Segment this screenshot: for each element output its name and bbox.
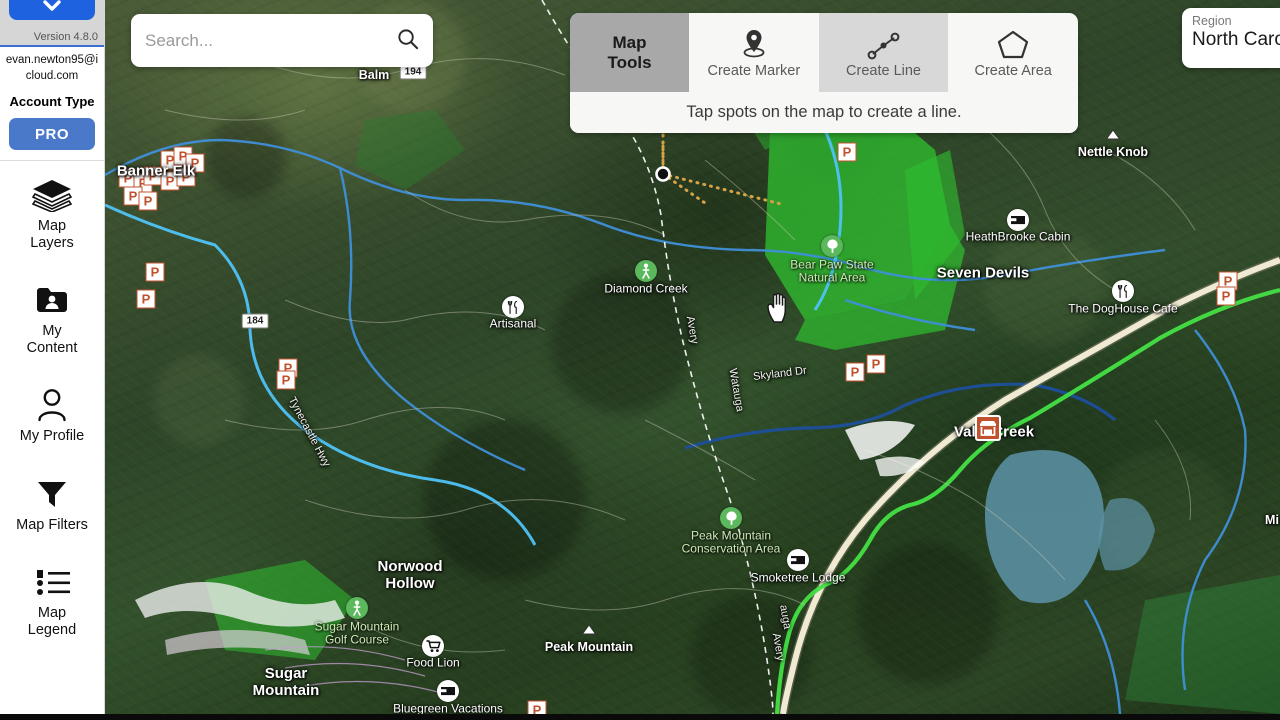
sidebar-item-map-layers[interactable]: Map Layers [0, 161, 104, 266]
funnel-icon [4, 476, 100, 512]
sidebar-header: Version 4.8.0 [0, 0, 104, 47]
person-icon [4, 387, 100, 423]
bottom-bar [0, 714, 1280, 720]
sidebar-item-map-legend[interactable]: Map Legend [0, 548, 104, 653]
polyline-icon [866, 27, 902, 61]
account-type-label: Account Type [9, 94, 95, 110]
sidebar-item-map filters[interactable]: Map Filters [0, 460, 104, 548]
upgrade-button[interactable] [9, 0, 95, 20]
polygon-icon [996, 27, 1030, 61]
account-section: evan.newton95@icloud.com Account Type PR… [0, 47, 104, 162]
list-icon [4, 564, 100, 600]
tool-create-marker-button[interactable]: Create Marker [689, 13, 819, 92]
layers-icon [4, 177, 100, 213]
search-icon[interactable] [396, 27, 419, 55]
map-pin-icon [737, 27, 771, 61]
tool-hint-text: Tap spots on the map to create a line. [570, 92, 1078, 133]
version-label: Version 4.8.0 [33, 31, 98, 43]
search-input[interactable] [145, 30, 396, 51]
sidebar-item-my-content[interactable]: My Content [0, 266, 104, 371]
tool-label: Create Line [846, 62, 921, 79]
region-value: North Carolina [1192, 29, 1280, 50]
map-tools-title: Map Tools [570, 13, 689, 92]
tool-label: Create Marker [707, 62, 801, 79]
tool-label: Create Area [974, 62, 1052, 79]
map-tools-toolbar: Map Tools Create Marker Create Line Create … [570, 13, 1078, 133]
park-polygons [205, 110, 1280, 714]
tool-buttons: Create Marker Create Line Create Area [689, 13, 1078, 92]
sidebar-item-label: My Content [26, 323, 78, 357]
tool-create-area-button[interactable]: Create Area [948, 13, 1078, 92]
app-root: PPPPPPPPPPPPPPPPPPPP 194 184 Artisanal Dia… [0, 0, 1280, 720]
left-sidebar: Version 4.8.0 evan.newton95@icloud.com A… [0, 0, 105, 714]
search-bar[interactable] [131, 14, 433, 67]
sidebar-item-label: Map Filters [16, 516, 88, 533]
account-email: evan.newton95@icloud.com [5, 54, 99, 82]
chevron-down-icon [42, 0, 62, 17]
sidebar-nav: Map Layers My Content My Profile Map Filters M… [0, 161, 104, 653]
tool-create-line-button[interactable]: Create Line [818, 13, 949, 92]
map-tools-row: Map Tools Create Marker Create Line Create … [570, 13, 1078, 92]
folder-user-icon [4, 282, 100, 318]
sidebar-item-my profile[interactable]: My Profile [0, 371, 104, 459]
sidebar-item-label: Map Layers [30, 218, 74, 252]
region-label: Region [1192, 14, 1232, 28]
region-panel[interactable]: Region North Carolina [1182, 8, 1280, 68]
account-type-badge[interactable]: PRO [9, 118, 95, 151]
sidebar-item-label: Map Legend [27, 604, 77, 638]
sidebar-item-label: My Profile [19, 428, 85, 445]
